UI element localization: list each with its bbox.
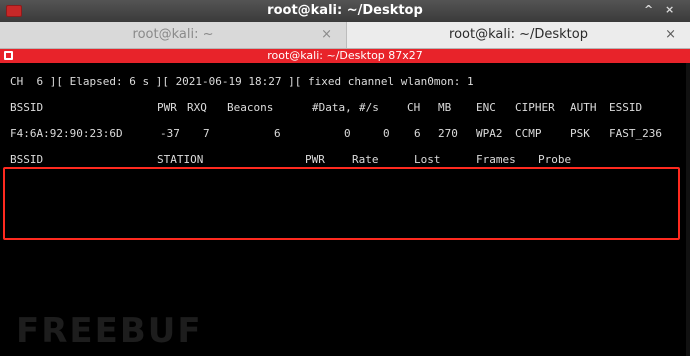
station-col-frames: Frames xyxy=(476,153,516,166)
ap-col-cipher: CIPHER xyxy=(515,101,555,114)
close-window-button[interactable]: × xyxy=(665,4,674,16)
ap-col-rxq: RXQ xyxy=(187,101,207,114)
ap-col-enc: ENC xyxy=(476,101,496,114)
tab-root-home[interactable]: root@kali: ~ × xyxy=(0,22,347,48)
terminal-header-bar: root@kali: ~/Desktop 87x27 xyxy=(0,49,690,63)
maximize-button[interactable]: ^ xyxy=(644,4,653,16)
window-title: root@kali: ~/Desktop xyxy=(267,3,423,18)
ap-rxq: 7 xyxy=(203,127,210,140)
ap-col-essid: ESSID xyxy=(609,101,643,114)
ap-enc: WPA2 xyxy=(476,127,503,140)
ap-bssid: F4:6A:92:90:23:6D xyxy=(10,127,123,140)
terminal-scrollbar[interactable] xyxy=(686,63,690,356)
station-col-probe: Probe xyxy=(538,153,572,166)
station-col-station: STATION xyxy=(157,153,204,166)
ap-pwr: -37 xyxy=(160,127,180,140)
station-col-rate: Rate xyxy=(352,153,379,166)
station-col-pwr: PWR xyxy=(305,153,325,166)
terminal-window: root@kali: ~/Desktop ^ × root@kali: ~ × … xyxy=(0,0,690,356)
watermark-logo: FREEBUF xyxy=(16,311,203,351)
ap-col-rate: #/s xyxy=(359,101,379,114)
ap-beacons: 6 xyxy=(274,127,281,140)
tab-close-icon[interactable]: × xyxy=(321,27,332,42)
tab-close-icon[interactable]: × xyxy=(665,27,676,42)
ap-col-mb: MB xyxy=(438,101,452,114)
terminal-output[interactable]: CH 6 ][ Elapsed: 6 s ][ 2021-06-19 18:27… xyxy=(0,63,690,356)
ap-col-pwr: PWR xyxy=(157,101,177,114)
ap-col-beacons: Beacons xyxy=(227,101,274,114)
ap-cipher: CCMP xyxy=(515,127,542,140)
ap-essid: FAST_236 xyxy=(609,127,662,140)
station-col-lost: Lost xyxy=(414,153,441,166)
ap-mb: 270 xyxy=(438,127,458,140)
ap-col-data: #Data, xyxy=(312,101,352,114)
tab-root-desktop[interactable]: root@kali: ~/Desktop × xyxy=(347,22,690,48)
ap-data: 0 xyxy=(344,127,351,140)
tab-bar: root@kali: ~ × root@kali: ~/Desktop × xyxy=(0,22,690,49)
window-titlebar[interactable]: root@kali: ~/Desktop ^ × xyxy=(0,0,690,22)
tab-label: root@kali: ~ xyxy=(132,27,214,42)
ap-col-bssid: BSSID xyxy=(10,101,44,114)
ap-col-ch: CH xyxy=(407,101,421,114)
highlight-box-empty-stations xyxy=(3,167,680,240)
ap-auth: PSK xyxy=(570,127,590,140)
ap-col-auth: AUTH xyxy=(570,101,597,114)
airodump-status-line: CH 6 ][ Elapsed: 6 s ][ 2021-06-19 18:27… xyxy=(10,75,474,88)
tab-label: root@kali: ~/Desktop xyxy=(449,27,588,42)
station-col-bssid: BSSID xyxy=(10,153,44,166)
ap-rate: 0 xyxy=(383,127,390,140)
terminal-header-title: root@kali: ~/Desktop 87x27 xyxy=(267,49,423,62)
ap-ch: 6 xyxy=(414,127,421,140)
